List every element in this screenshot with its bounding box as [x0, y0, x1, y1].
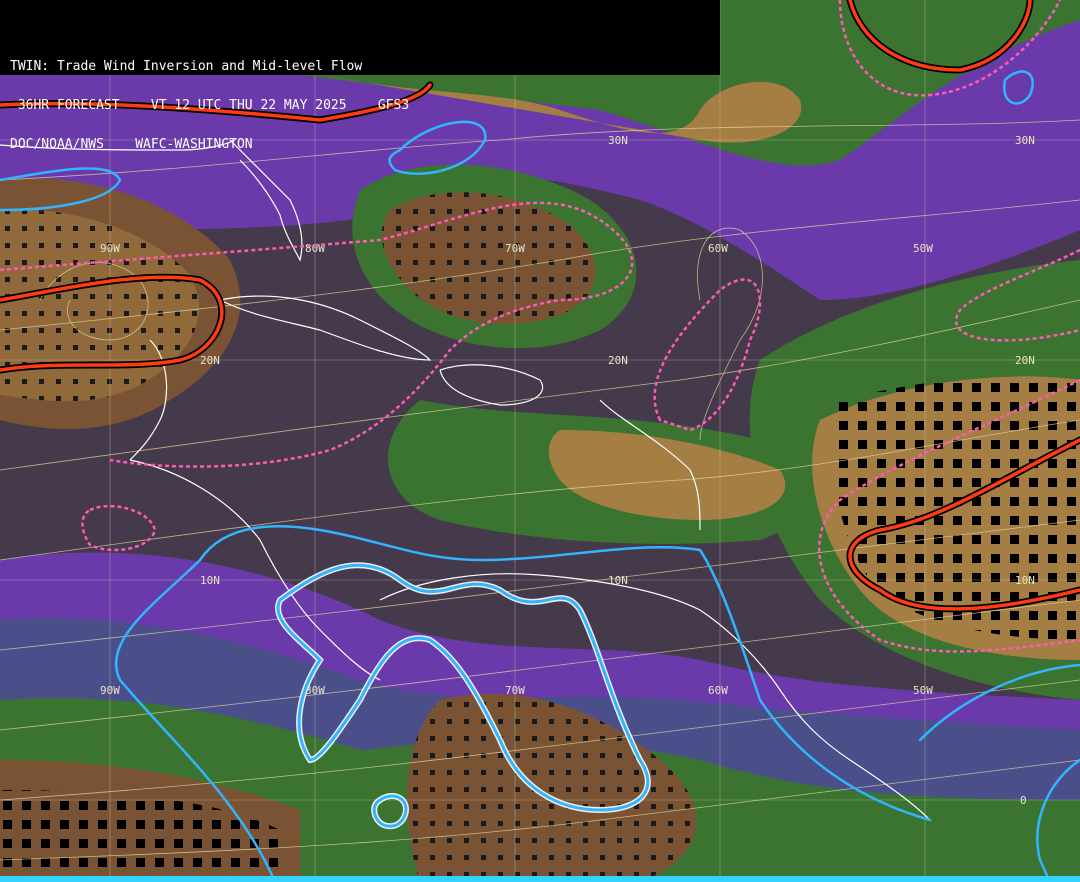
lon-label-70w-south: 70W	[505, 684, 525, 697]
lat-label-10n-west: 10N	[200, 574, 220, 587]
bottom-border	[0, 876, 1080, 882]
lon-label-50w-north: 50W	[913, 242, 933, 255]
title-line-3: DOC/NOAA/NWS WAFC-WASHINGTON	[10, 137, 253, 152]
lat-label-20n-mid: 20N	[608, 354, 628, 367]
lon-label-50w-south: 50W	[913, 684, 933, 697]
title-box: TWIN: Trade Wind Inversion and Mid-level…	[0, 0, 720, 151]
lat-label-30n-east: 30N	[1015, 134, 1035, 147]
title-line-1: TWIN: Trade Wind Inversion and Mid-level…	[10, 59, 363, 74]
title-line-2: 36HR FORECAST VT 12 UTC THU 22 MAY 2025 …	[10, 98, 410, 113]
lat-label-equator: 0	[1020, 794, 1027, 807]
lat-label-20n-west: 20N	[200, 354, 220, 367]
lon-label-60w-north: 60W	[708, 242, 728, 255]
lon-label-90w-north: 90W	[100, 242, 120, 255]
lon-label-90w-south: 90W	[100, 684, 120, 697]
lat-label-10n-east: 10N	[1015, 574, 1035, 587]
lat-label-20n-east: 20N	[1015, 354, 1035, 367]
lon-label-70w-north: 70W	[505, 242, 525, 255]
lon-label-60w-south: 60W	[708, 684, 728, 697]
